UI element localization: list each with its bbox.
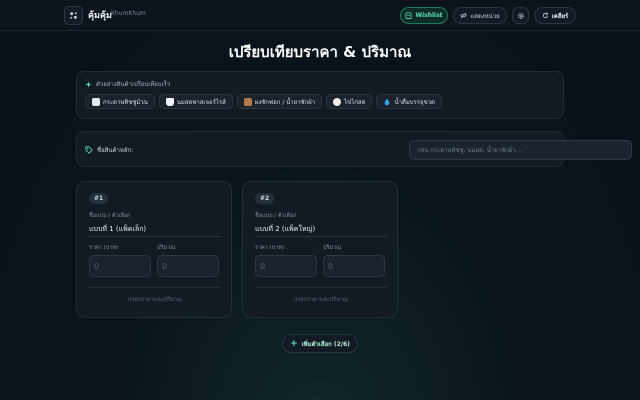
price-label: ราคา (บาท): [89, 245, 119, 251]
quantity-placeholder: 0: [162, 261, 168, 271]
clear-button[interactable]: เคลียร์: [534, 7, 576, 24]
clear-label: เคลียร์: [551, 12, 569, 20]
quantity-label: ปริมาณ: [323, 245, 342, 251]
tissue-roll-icon: [92, 97, 100, 106]
option-name-field[interactable]: แบบที่ 2 (แพ็คใหญ่): [255, 224, 315, 235]
price-placeholder: 0: [94, 261, 100, 271]
settings-button[interactable]: [512, 7, 529, 24]
example-chip-label: ผงซักฟอก / น้ำยาซักผ้า: [254, 98, 316, 106]
example-chip-egg[interactable]: ไข่ไก่สด: [326, 94, 373, 109]
top-bar: คุ้มคุ้ม KhumKhum Wishlist แสดงหน่วย เคล…: [0, 0, 640, 31]
show-unit-label: แสดงหน่วย: [470, 12, 500, 20]
clipboard-icon: [405, 12, 412, 19]
example-chip-label: กระดาษทิชชู่ม้วน: [103, 98, 148, 106]
price-label: ราคา (บาท): [255, 245, 285, 251]
brand-subtitle: KhumKhum: [111, 10, 146, 17]
milk-icon: [165, 97, 174, 106]
add-option-button[interactable]: + เพิ่มตัวเลือก (2/6): [282, 334, 358, 353]
example-chip-label: น้ำดื่มบรรจุขวด: [394, 98, 435, 106]
example-chip-tissue[interactable]: กระดาษทิชชู่ม้วน: [85, 94, 155, 109]
quick-examples-panel: ตัวอย่างสินค้าเปรียบเทียบเร็ว กระดาษทิชช…: [76, 71, 564, 119]
quantity-input[interactable]: 0: [323, 255, 385, 277]
examples-heading-text: ตัวอย่างสินค้าเปรียบเทียบเร็ว: [96, 81, 171, 88]
wishlist-label: Wishlist: [415, 12, 443, 19]
gear-icon: [517, 12, 524, 19]
example-chip-label: ไข่ไก่สด: [344, 98, 366, 106]
option-name-underline: [89, 236, 221, 237]
price-input[interactable]: 0: [255, 255, 317, 277]
refresh-icon: [542, 12, 548, 19]
example-chips: กระดาษทิชชู่ม้วน นมสดพาสเจอร์ไรส์ ผงซักฟ…: [85, 94, 442, 109]
example-chip-water[interactable]: น้ำดื่มบรรจุขวด: [376, 94, 442, 109]
example-chip-milk[interactable]: นมสดพาสเจอร์ไรส์: [158, 94, 233, 109]
product-name-input[interactable]: เช่น กระดาษทิชชู่, นมสด, น้ำยาซักผ้า...: [409, 140, 632, 160]
option-name-field[interactable]: แบบที่ 1 (แพ็คเล็ก): [89, 224, 146, 235]
option-card-1: #1 ชื่อแบบ / ตัวเลือก แบบที่ 1 (แพ็คเล็ก…: [76, 181, 232, 318]
water-drop-icon: [385, 98, 390, 105]
card-divider: [89, 287, 221, 288]
detergent-icon: [243, 97, 252, 106]
product-name-placeholder: เช่น กระดาษทิชชู่, นมสด, น้ำยาซักผ้า...: [418, 147, 522, 154]
tag-icon: [85, 146, 93, 154]
option-name-underline: [255, 236, 387, 237]
example-chip-label: นมสดพาสเจอร์ไรส์: [176, 98, 226, 106]
product-name-label: ชื่อสินค้าหลัก:: [85, 145, 133, 155]
add-option-label: เพิ่มตัวเลือก (2/6): [301, 340, 350, 348]
card-divider: [255, 287, 387, 288]
wishlist-button[interactable]: Wishlist: [400, 7, 448, 24]
price-placeholder: 0: [260, 261, 266, 271]
option-name-label: ชื่อแบบ / ตัวเลือก: [255, 213, 297, 219]
product-name-panel: ชื่อสินค้าหลัก: เช่น กระดาษทิชชู่, นมสด,…: [76, 131, 632, 167]
result-hint: กรอกราคาและปริมาณ: [294, 297, 348, 303]
option-name-label: ชื่อแบบ / ตัวเลือก: [89, 213, 131, 219]
page-title: เปรียบเทียบราคา & ปริมาณ: [228, 43, 412, 61]
examples-heading: ตัวอย่างสินค้าเปรียบเทียบเร็ว: [85, 79, 170, 89]
example-chip-detergent[interactable]: ผงซักฟอก / น้ำยาซักผ้า: [236, 94, 323, 109]
product-name-label-text: ชื่อสินค้าหลัก:: [97, 147, 134, 154]
logo-icon[interactable]: [64, 6, 83, 25]
result-hint: กรอกราคาและปริมาณ: [128, 297, 182, 303]
option-number-badge: #2: [255, 193, 275, 204]
quantity-placeholder: 0: [328, 261, 334, 271]
plus-icon: +: [290, 338, 298, 349]
quantity-input[interactable]: 0: [157, 255, 219, 277]
quantity-label: ปริมาณ: [157, 245, 176, 251]
brand-name: คุ้มคุ้ม: [88, 11, 112, 21]
sparkle-icon: [85, 80, 92, 88]
eye-off-icon: [460, 12, 468, 19]
option-card-2: #2 ชื่อแบบ / ตัวเลือก แบบที่ 2 (แพ็คใหญ่…: [242, 181, 398, 318]
egg-icon: [333, 97, 342, 106]
show-unit-toggle[interactable]: แสดงหน่วย: [453, 7, 507, 24]
option-number-badge: #1: [89, 193, 109, 204]
price-input[interactable]: 0: [89, 255, 151, 277]
